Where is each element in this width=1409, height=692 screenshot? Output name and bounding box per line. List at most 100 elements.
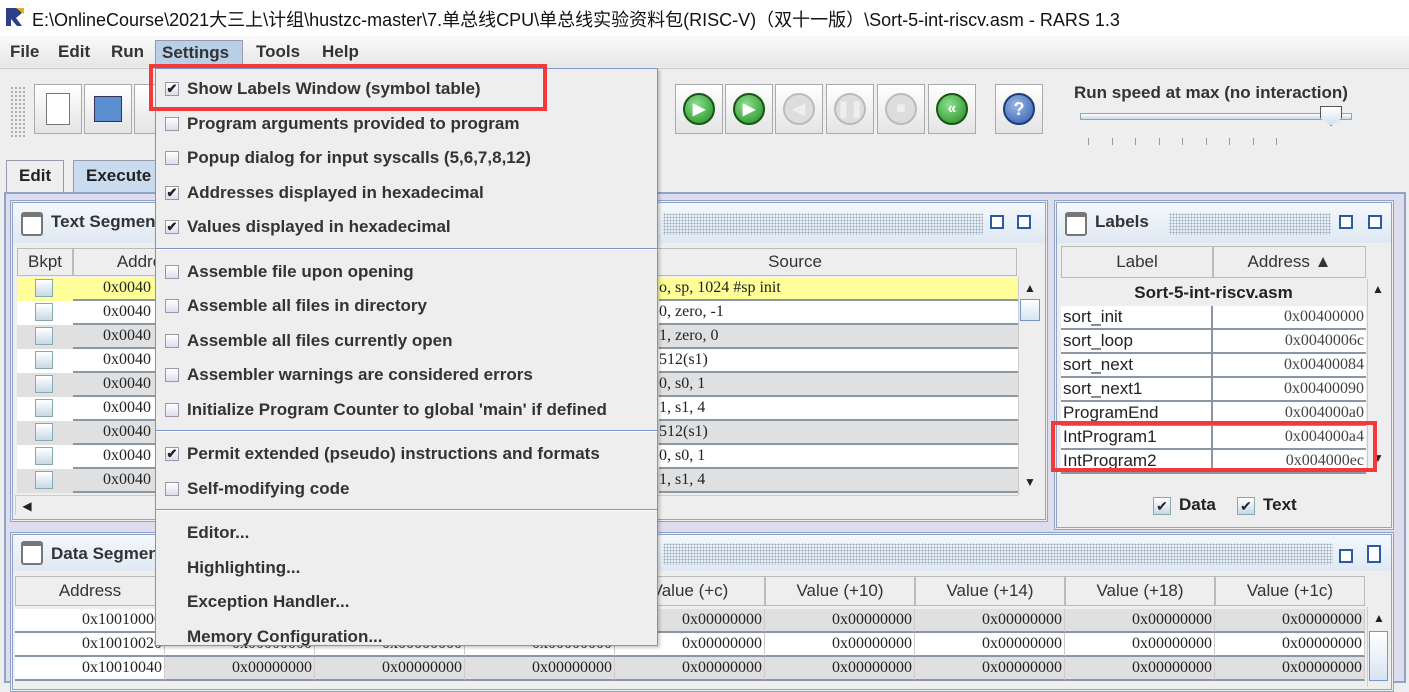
scroll-thumb[interactable] [1369, 631, 1388, 681]
tab-edit[interactable]: Edit [6, 160, 65, 192]
data-col-header[interactable]: Value (+10) [765, 576, 915, 606]
label-row[interactable]: sort_next 0x00400084 [1061, 354, 1366, 378]
data-col-header[interactable]: Value (+18) [1065, 576, 1215, 606]
settings-menu-item[interactable]: Initialize Program Counter to global 'ma… [156, 393, 657, 427]
scroll-up-icon[interactable]: ▲ [1368, 282, 1388, 296]
menu-help[interactable]: Help [316, 40, 365, 66]
backstep-button[interactable]: ◀ [775, 84, 823, 134]
title-bar: E:\OnlineCourse\2021大三上\计组\hustzc-master… [0, 0, 1409, 36]
minimize-icon[interactable] [990, 215, 1004, 229]
run-speed-label: Run speed at max (no interaction) [1074, 83, 1348, 102]
run-button[interactable]: ▶ [675, 84, 723, 134]
data-segment-title: Data Segment [51, 544, 165, 563]
settings-menu-item[interactable]: Assemble all files currently open [156, 324, 657, 358]
annotation-box-int-programs [1051, 421, 1377, 472]
col-label-address[interactable]: Address ▲ [1213, 246, 1366, 278]
labels-window: Labels Label Address ▲ Sort-5-int-riscv.… [1054, 200, 1394, 530]
breakpoint-checkbox[interactable] [35, 447, 53, 465]
backstep-icon: ◀ [783, 93, 815, 125]
breakpoint-checkbox[interactable] [35, 423, 53, 441]
scroll-up-icon[interactable]: ▲ [1019, 281, 1041, 295]
help-button[interactable]: ? [995, 84, 1043, 134]
scroll-thumb[interactable] [1020, 299, 1040, 321]
text-vertical-scrollbar[interactable]: ▲ ▼ [1018, 277, 1041, 495]
breakpoint-checkbox[interactable] [35, 327, 53, 345]
data-address: 0x10010000 [15, 609, 165, 633]
labels-title: Labels [1095, 212, 1149, 231]
settings-menu-item[interactable]: ✔ Addresses displayed in hexadecimal [156, 176, 657, 210]
checkbox-unchecked-icon [165, 481, 179, 496]
maximize-icon[interactable] [1368, 215, 1382, 229]
label-row[interactable]: sort_next1 0x00400090 [1061, 378, 1366, 402]
breakpoint-checkbox[interactable] [35, 471, 53, 489]
maximize-icon[interactable] [1017, 215, 1031, 229]
new-file-button[interactable] [34, 84, 82, 134]
minimize-icon[interactable] [1339, 215, 1353, 229]
reset-button[interactable]: « [928, 84, 976, 134]
scroll-up-icon[interactable]: ▲ [1368, 611, 1390, 625]
settings-menu: ✔ Show Labels Window (symbol table) Progra… [155, 68, 658, 646]
settings-menu-item-label: Addresses displayed in hexadecimal [187, 182, 484, 202]
settings-menu-item[interactable]: Assemble all files in directory [156, 289, 657, 323]
settings-menu-item[interactable]: Editor... [156, 516, 657, 550]
data-value: 0x00000000 [1215, 633, 1365, 657]
pause-button[interactable]: ❚❚ [826, 84, 874, 134]
settings-menu-item[interactable]: ✔ Permit extended (pseudo) instructions a… [156, 437, 657, 471]
menu-edit[interactable]: Edit [52, 40, 96, 66]
text-checkbox[interactable]: ✔ [1237, 497, 1255, 515]
minimize-icon[interactable] [1339, 549, 1353, 563]
breakpoint-checkbox[interactable] [35, 279, 53, 297]
settings-menu-item-label: Assemble all files in directory [187, 296, 427, 315]
new-file-icon [46, 93, 70, 125]
menu-run[interactable]: Run [105, 40, 150, 66]
settings-menu-item[interactable]: Assembler warnings are considered errors [156, 358, 657, 392]
label-address: 0x00400090 [1213, 378, 1366, 402]
label-row[interactable]: sort_loop 0x0040006c [1061, 330, 1366, 354]
breakpoint-checkbox[interactable] [35, 303, 53, 321]
step-icon: ▶ [733, 93, 765, 125]
checkbox-unchecked-icon [165, 116, 179, 131]
settings-menu-item-label: Values displayed in hexadecimal [187, 217, 451, 236]
menu-tools[interactable]: Tools [250, 40, 306, 66]
settings-menu-item[interactable]: Exception Handler... [156, 585, 657, 619]
checkbox-unchecked-icon [165, 402, 179, 417]
data-col-header[interactable]: Value (+14) [915, 576, 1065, 606]
maximize-icon[interactable] [1367, 545, 1381, 563]
col-label[interactable]: Label [1061, 246, 1213, 278]
scroll-down-icon[interactable]: ▼ [1019, 475, 1041, 489]
settings-menu-item[interactable]: ✔ Values displayed in hexadecimal [156, 210, 657, 244]
settings-menu-item-label: Editor... [187, 523, 250, 542]
data-row: 0x10010040 0x00000000 0x00000000 0x00000000… [15, 657, 1367, 681]
stop-button[interactable]: ■ [877, 84, 925, 134]
settings-menu-item[interactable]: Assemble file upon opening [156, 255, 657, 289]
settings-menu-item[interactable]: Highlighting... [156, 551, 657, 585]
window-title: E:\OnlineCourse\2021大三上\计组\hustzc-master… [32, 10, 1120, 30]
settings-menu-item[interactable]: Memory Configuration... [156, 620, 657, 654]
settings-menu-item[interactable]: Program arguments provided to program [156, 107, 657, 141]
text-source: 0, s0, 1 [659, 373, 1018, 397]
checkbox-unchecked-icon [165, 368, 179, 382]
tab-execute[interactable]: Execute [73, 160, 163, 192]
data-checkbox[interactable]: ✔ [1153, 497, 1171, 515]
settings-menu-item[interactable]: Popup dialog for input syscalls (5,6,7,8… [156, 141, 657, 175]
run-speed-slider[interactable] [1080, 113, 1352, 120]
open-file-button[interactable] [84, 84, 132, 134]
breakpoint-checkbox[interactable] [35, 375, 53, 393]
menu-separator [156, 430, 657, 432]
toolbar-grip[interactable] [10, 86, 26, 138]
step-button[interactable]: ▶ [725, 84, 773, 134]
label-row[interactable]: sort_init 0x00400000 [1061, 306, 1366, 330]
scroll-left-icon[interactable]: ◀ [16, 499, 38, 513]
data-col-header[interactable]: Address [15, 576, 165, 606]
data-col-header[interactable]: Value (+1c) [1215, 576, 1365, 606]
breakpoint-checkbox[interactable] [35, 351, 53, 369]
speed-tick [1158, 138, 1160, 145]
labels-file-name: Sort-5-int-riscv.asm [1134, 283, 1293, 302]
col-bkpt[interactable]: Bkpt [17, 248, 73, 276]
data-vertical-scrollbar[interactable]: ▲ [1367, 607, 1389, 687]
settings-menu-item[interactable]: Self-modifying code [156, 472, 657, 506]
checkbox-checked-icon: ✔ [165, 446, 179, 461]
breakpoint-checkbox[interactable] [35, 399, 53, 417]
menu-settings[interactable]: Settings [155, 40, 243, 66]
menu-file[interactable]: File [4, 40, 45, 66]
